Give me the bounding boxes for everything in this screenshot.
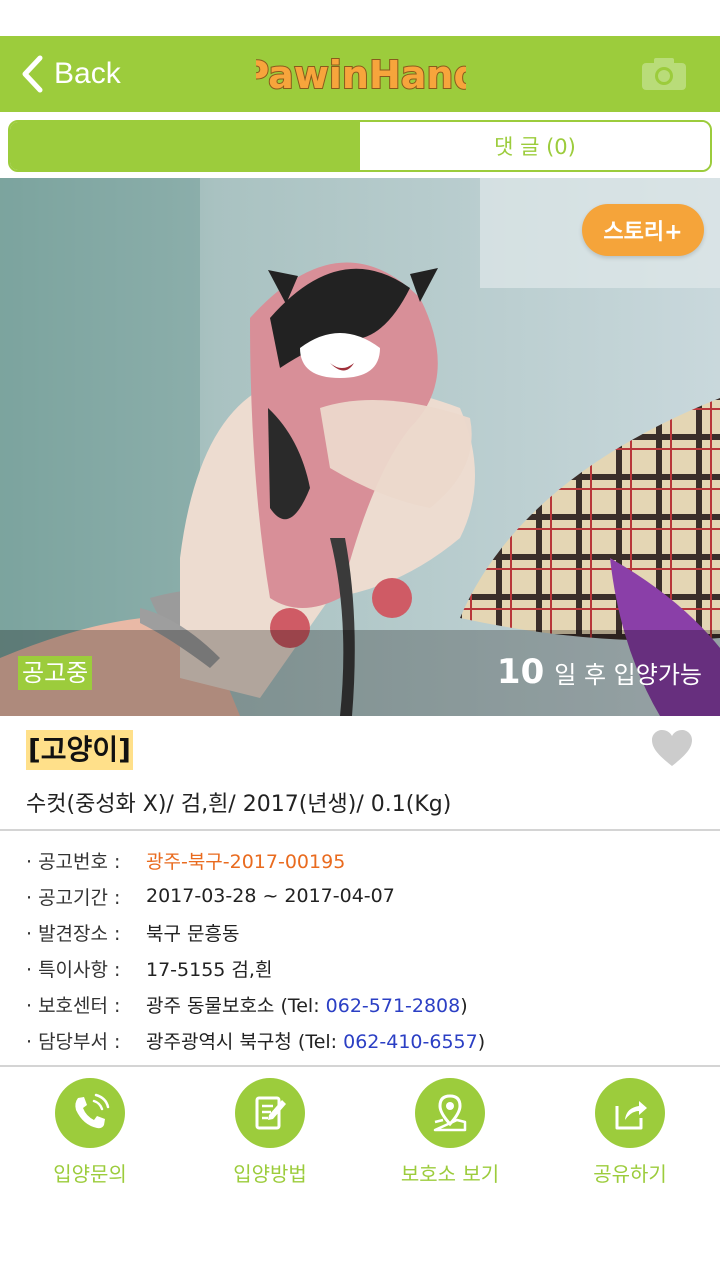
adoption-inquiry-button[interactable]: 입양문의: [10, 1078, 170, 1187]
divider: [0, 1065, 720, 1067]
notice-number: 광주-북구-2017-00195: [146, 850, 346, 873]
action-label: 입양문의: [53, 1162, 127, 1186]
action-circle: [415, 1078, 485, 1148]
story-button[interactable]: 스토리+: [582, 204, 704, 256]
adoption-days-suffix: 일 후 입양가능: [554, 661, 702, 689]
detail-label: · 발견장소 :: [26, 922, 121, 945]
pawinhand-logo: PawinHand: [256, 52, 466, 98]
detail-label: · 공고번호 :: [26, 850, 121, 873]
share-icon: [615, 1101, 647, 1130]
detail-tabs: 댓 글 (0): [8, 120, 712, 172]
action-circle: [55, 1078, 125, 1148]
view-shelter-button[interactable]: 보호소 보기: [370, 1078, 530, 1187]
nav-bar: Back PawinHand: [0, 36, 720, 112]
heart-icon[interactable]: [650, 728, 694, 768]
status-badge: 공고중: [18, 656, 93, 690]
action-circle: [595, 1078, 665, 1148]
special-notes: 17-5155 검,흰: [146, 958, 273, 981]
logo-text: PawinHand: [256, 53, 466, 97]
detail-row-department: · 담당부서 : 광주광역시 북구청 (Tel: 062-410-6557): [26, 1022, 706, 1058]
divider: [0, 829, 720, 831]
tab-info[interactable]: [10, 122, 360, 170]
back-label: Back: [54, 57, 121, 90]
notice-details: · 공고번호 : 광주-북구-2017-00195 · 공고기간 : 2017-…: [26, 842, 706, 1058]
back-button[interactable]: Back: [20, 54, 121, 94]
phone-icon: [75, 1093, 110, 1129]
detail-label: · 담당부서 :: [26, 1030, 121, 1053]
department-phone-link[interactable]: 062-410-6557: [343, 1031, 478, 1053]
adoption-method-button[interactable]: 입양방법: [190, 1078, 350, 1187]
detail-label: · 보호센터 :: [26, 994, 121, 1017]
chevron-left-icon: [22, 55, 43, 93]
detail-row-notice-period: · 공고기간 : 2017-03-28 ~ 2017-04-07: [26, 878, 706, 914]
action-bar: 입양문의 입양방법 보호소 보기 공유하기: [0, 1078, 720, 1188]
shelter-suffix: ): [460, 994, 468, 1017]
tab-comments[interactable]: 댓 글 (0): [360, 122, 710, 170]
department-name: 광주광역시 북구청 (Tel:: [146, 1030, 344, 1053]
action-label: 공유하기: [593, 1162, 667, 1186]
edit-document-icon: [255, 1096, 286, 1130]
camera-icon[interactable]: [640, 56, 688, 92]
animal-summary: 수컷(중성화 X)/ 검,흰/ 2017(년생)/ 0.1(Kg): [26, 792, 452, 817]
shelter-name: 광주 동물보호소 (Tel:: [146, 994, 326, 1017]
animal-title-highlight: [고양이]: [26, 730, 133, 770]
map-pin-icon: [433, 1094, 467, 1132]
detail-label: · 특이사항 :: [26, 958, 121, 981]
detail-row-notice-number: · 공고번호 : 광주-북구-2017-00195: [26, 842, 706, 878]
detail-label: · 공고기간 :: [26, 886, 121, 909]
detail-row-shelter: · 보호센터 : 광주 동물보호소 (Tel: 062-571-2808): [26, 986, 706, 1022]
share-button[interactable]: 공유하기: [550, 1078, 710, 1187]
notice-period: 2017-03-28 ~ 2017-04-07: [146, 885, 395, 907]
department-info: 광주광역시 북구청 (Tel: 062-410-6557): [146, 1027, 485, 1054]
action-circle: [235, 1078, 305, 1148]
animal-title: [고양이]: [28, 733, 131, 766]
action-label: 보호소 보기: [400, 1162, 500, 1186]
shelter-phone-link[interactable]: 062-571-2808: [326, 995, 461, 1017]
adoption-days-number: 10: [496, 652, 545, 692]
department-suffix: ): [477, 1030, 486, 1053]
action-label: 입양방법: [233, 1162, 307, 1186]
detail-row-special-notes: · 특이사항 : 17-5155 검,흰: [26, 950, 706, 986]
adoption-countdown: 10 일 후 입양가능: [497, 652, 702, 696]
detail-row-found-location: · 발견장소 : 북구 문흥동: [26, 914, 706, 950]
shelter-info: 광주 동물보호소 (Tel: 062-571-2808): [146, 991, 468, 1018]
found-location: 북구 문흥동: [146, 922, 240, 945]
status-bar: [0, 0, 720, 36]
